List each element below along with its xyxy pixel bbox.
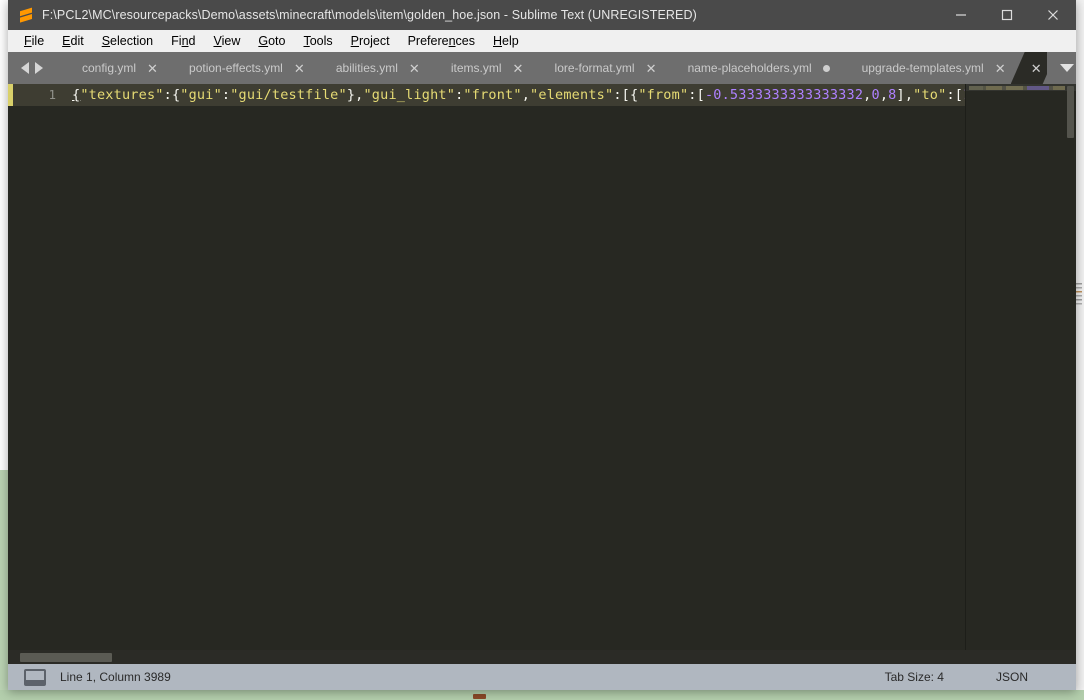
- minimize-button[interactable]: [938, 0, 984, 30]
- tab-potion-effects-yml[interactable]: potion-effects.yml ✕: [163, 52, 320, 84]
- tab-config-yml[interactable]: config.yml ✕: [56, 52, 173, 84]
- tab-label: potion-effects.yml: [189, 61, 283, 75]
- tab-close-icon[interactable]: ✕: [513, 62, 523, 75]
- taskbar-item-sliver[interactable]: [473, 694, 486, 699]
- desktop-bottom-band: [0, 690, 1084, 700]
- code-token: [: [954, 87, 964, 103]
- code-token: "front": [463, 87, 522, 103]
- code-token: "gui_light": [363, 87, 456, 103]
- code-token: }: [346, 87, 356, 103]
- code-token: "textures": [80, 87, 164, 103]
- tab-name-placeholders-yml[interactable]: name-placeholders.yml: [662, 52, 846, 84]
- status-bar: Line 1, Column 3989 Tab Size: 4 JSON: [8, 664, 1076, 690]
- tab-upgrade-templates-yml[interactable]: upgrade-templates.yml ✕: [836, 52, 1021, 84]
- editor-gutter: 1: [8, 84, 66, 650]
- tab-label: items.yml: [450, 61, 502, 75]
- tab-label: abilities.yml: [335, 61, 398, 75]
- menu-item-view[interactable]: View: [204, 32, 249, 50]
- menu-item-file[interactable]: File: [15, 32, 53, 50]
- tab-size-indicator[interactable]: Tab Size: 4: [885, 670, 944, 684]
- menu-item-edit[interactable]: Edit: [53, 32, 93, 50]
- status-bar-right: Tab Size: 4 JSON: [885, 670, 1076, 684]
- tab-bar: config.yml ✕ potion-effects.yml ✕ abilities.…: [8, 52, 1076, 84]
- editor-area[interactable]: 1 {"textures":{"gui":"gui/testfile"},"gu…: [8, 84, 1076, 650]
- code-token: :: [163, 87, 172, 103]
- tab-close-icon[interactable]: ✕: [646, 62, 656, 75]
- code-token: "elements": [530, 87, 614, 103]
- cursor-position[interactable]: Line 1, Column 3989: [60, 670, 171, 684]
- code-content[interactable]: {"textures":{"gui":"gui/testfile"},"gui_…: [66, 84, 965, 650]
- chevron-right-icon[interactable]: [35, 62, 43, 74]
- menu-item-find[interactable]: Find: [162, 32, 204, 50]
- chevron-left-icon[interactable]: [21, 62, 29, 74]
- tab-close-icon[interactable]: ✕: [294, 62, 304, 75]
- vertical-scrollbar-thumb[interactable]: [1067, 86, 1074, 138]
- code-token: ,: [863, 87, 872, 103]
- chevron-down-icon: [1059, 64, 1074, 72]
- menu-item-selection[interactable]: Selection: [93, 32, 162, 50]
- tab-nav-arrows[interactable]: [8, 52, 56, 84]
- code-token: [: [696, 87, 705, 103]
- menu-item-help[interactable]: Help: [484, 32, 528, 50]
- menu-item-tools[interactable]: Tools: [294, 32, 341, 50]
- code-token: :: [221, 87, 231, 103]
- horizontal-scrollbar[interactable]: [8, 650, 1076, 664]
- menu-item-goto[interactable]: Goto: [249, 32, 294, 50]
- tab-close-icon[interactable]: ✕: [147, 62, 157, 75]
- window-title: F:\PCL2\MC\resourcepacks\Demo\assets\min…: [42, 8, 697, 22]
- maximize-button[interactable]: [984, 0, 1030, 30]
- code-token: "to": [913, 87, 947, 103]
- code-token: :: [613, 87, 622, 103]
- menu-item-preferences[interactable]: Preferences: [399, 32, 484, 50]
- code-token: ,: [879, 87, 889, 103]
- tab-label: lore-format.yml: [554, 61, 635, 75]
- tab-list: config.yml ✕ potion-effects.yml ✕ abilities.…: [56, 52, 1047, 84]
- code-token: "gui": [180, 87, 222, 103]
- close-button[interactable]: [1030, 0, 1076, 30]
- menu-bar: File Edit Selection Find View Goto Tools Projec…: [8, 30, 1076, 52]
- screen-icon: [24, 668, 46, 686]
- code-token: 0: [871, 87, 880, 103]
- tab-dirty-indicator[interactable]: [823, 65, 830, 72]
- tab-label: config.yml: [82, 61, 137, 75]
- minimap[interactable]: [965, 84, 1076, 650]
- code-token: :: [946, 87, 955, 103]
- menu-item-project[interactable]: Project: [342, 32, 399, 50]
- tab-abilities-yml[interactable]: abilities.yml ✕: [310, 52, 435, 84]
- tab-close-icon[interactable]: ✕: [995, 62, 1005, 75]
- tab-overflow-menu-button[interactable]: [1046, 52, 1076, 84]
- title-bar[interactable]: F:\PCL2\MC\resourcepacks\Demo\assets\min…: [8, 0, 1076, 30]
- code-token: -0.5333333333333332: [704, 87, 864, 103]
- code-token: ]: [896, 87, 905, 103]
- tab-items-yml[interactable]: items.yml ✕: [425, 52, 539, 84]
- code-token: ,: [904, 87, 914, 103]
- tab-label: upgrade-templates.yml: [861, 61, 984, 75]
- window-controls: [938, 0, 1076, 30]
- tab-close-icon[interactable]: ✕: [1031, 62, 1041, 75]
- horizontal-scrollbar-thumb[interactable]: [20, 653, 112, 662]
- syntax-indicator[interactable]: JSON: [996, 670, 1028, 684]
- code-line-1[interactable]: {"textures":{"gui":"gui/testfile"},"gui_…: [72, 84, 965, 106]
- code-token: :: [688, 87, 697, 103]
- tab-lore-format-yml[interactable]: lore-format.yml ✕: [529, 52, 672, 84]
- tab-label: name-placeholders.yml: [687, 61, 812, 75]
- minimap-code-line: [969, 86, 1065, 90]
- sublime-text-window: F:\PCL2\MC\resourcepacks\Demo\assets\min…: [8, 0, 1076, 690]
- tab-close-icon[interactable]: ✕: [409, 62, 419, 75]
- code-token: "from": [638, 87, 689, 103]
- code-token: "gui/testfile": [230, 87, 347, 103]
- line-number: 1: [48, 87, 56, 102]
- sublime-text-logo-icon: [19, 7, 33, 23]
- code-token: [{: [621, 87, 639, 103]
- code-token: ,: [521, 87, 531, 103]
